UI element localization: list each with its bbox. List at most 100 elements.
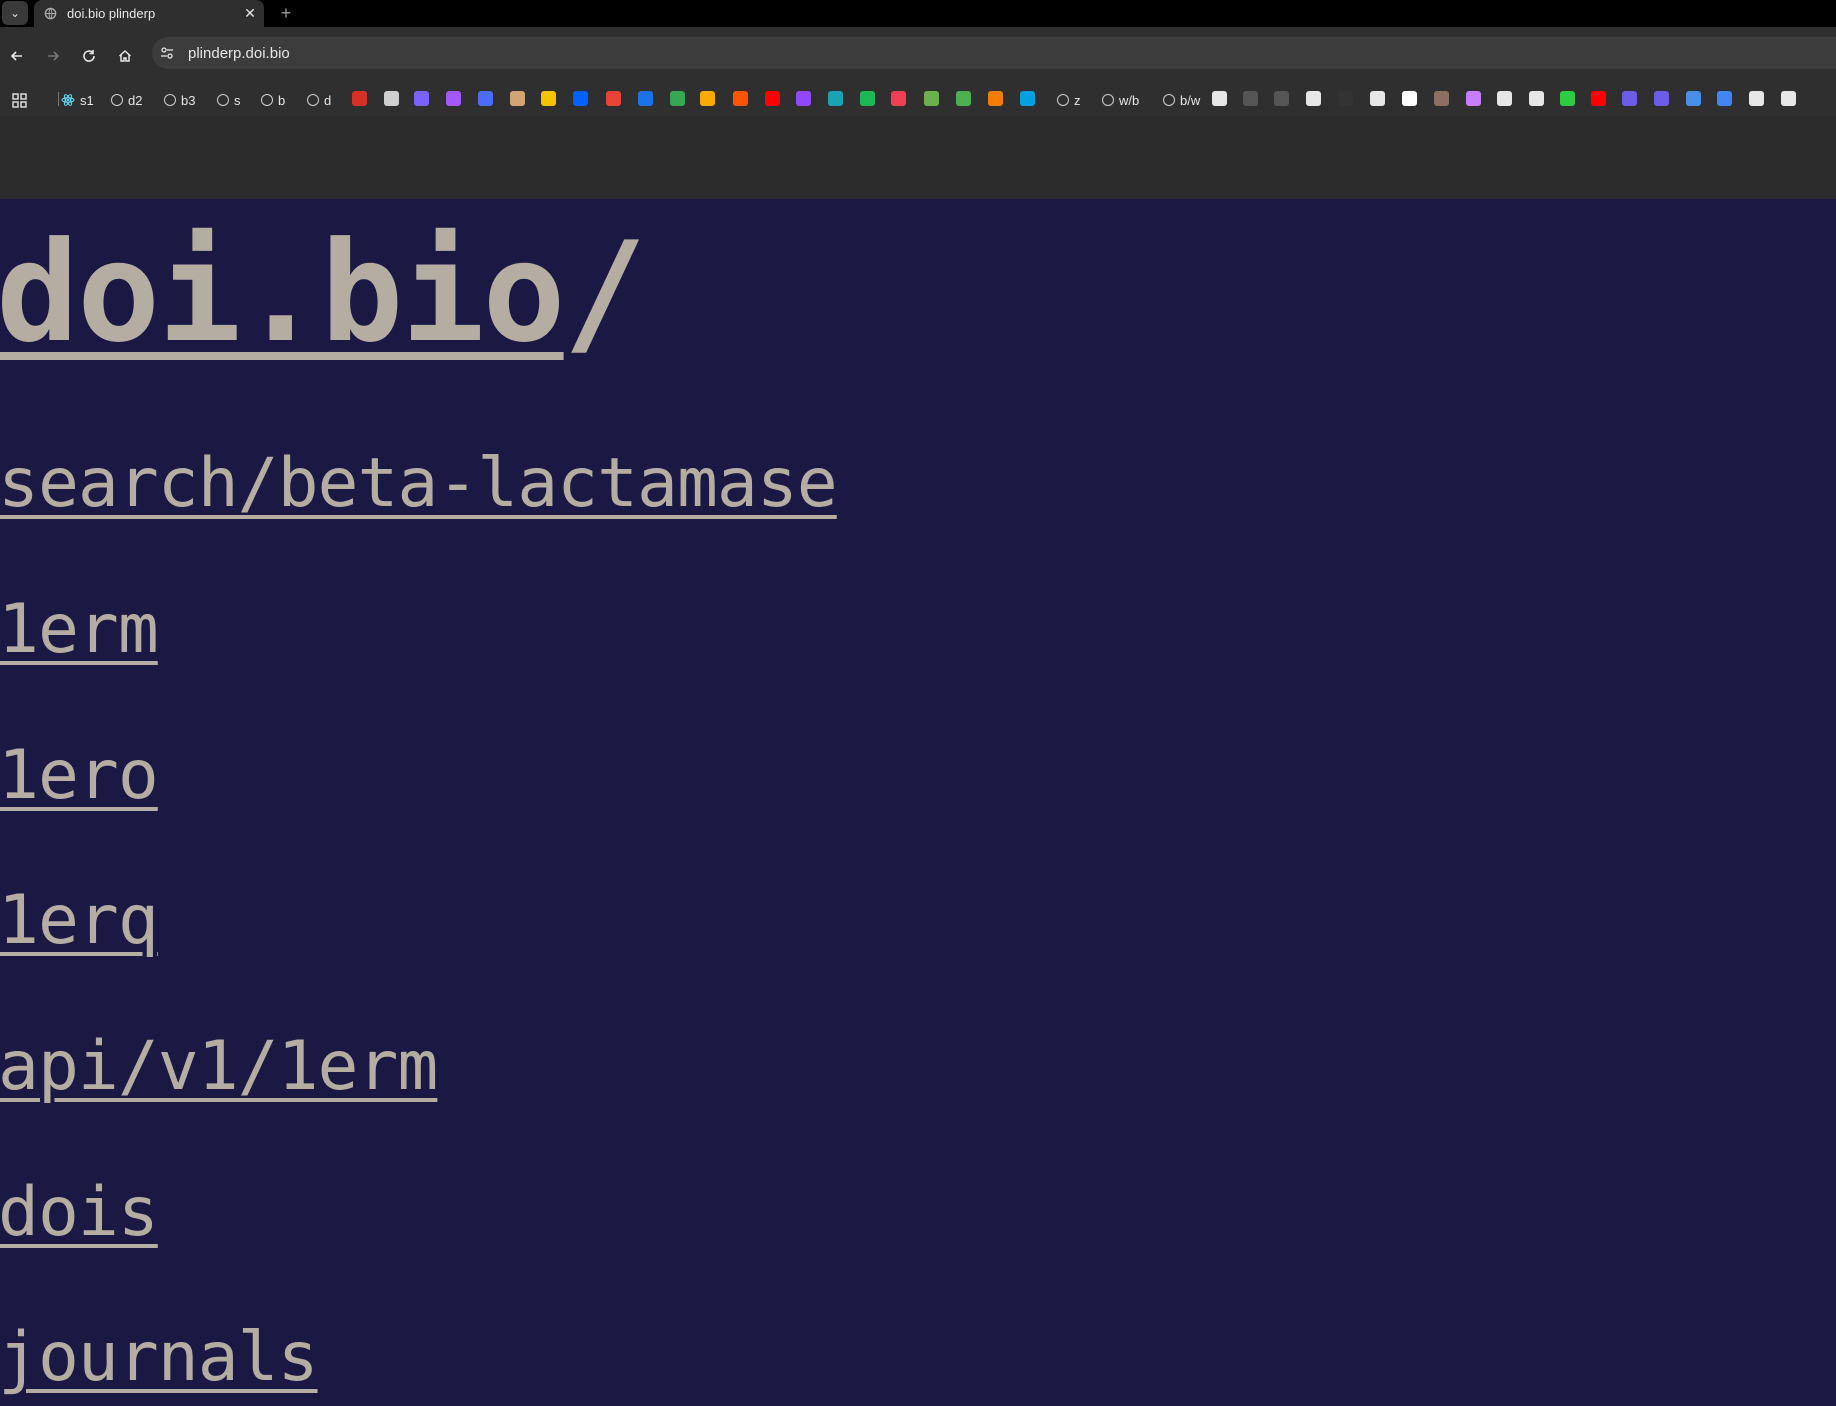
page-header-band bbox=[0, 116, 1836, 199]
address-bar[interactable]: plinderp.doi.bio bbox=[152, 37, 1836, 69]
bookmark-icon-soundcloud[interactable] bbox=[733, 91, 748, 106]
apps-button[interactable] bbox=[12, 91, 27, 109]
forward-arrow-icon bbox=[48, 51, 60, 61]
apps-grid-icon bbox=[12, 92, 27, 108]
tab-title: doi.bio plinderp bbox=[67, 6, 156, 21]
bookmark-icon-medium[interactable] bbox=[1402, 91, 1417, 106]
bookmark-icon-orange-box[interactable] bbox=[988, 91, 1003, 106]
forward-button[interactable] bbox=[42, 45, 64, 67]
bookmark-label: s1 bbox=[80, 92, 94, 108]
bookmark-icon-green-r[interactable] bbox=[1560, 91, 1575, 106]
bookmark-d2[interactable]: d2 bbox=[111, 91, 142, 109]
bookmark-s[interactable]: s bbox=[217, 91, 241, 109]
tab-active[interactable]: doi.bio plinderp ✕ bbox=[34, 0, 264, 27]
site-title-link[interactable]: doi.bio bbox=[0, 212, 566, 373]
bookmark-icon-cat[interactable] bbox=[1434, 91, 1449, 106]
link-1erm[interactable]: 1erm bbox=[0, 590, 159, 670]
bookmark-w-b[interactable]: w/b bbox=[1102, 91, 1139, 109]
home-button[interactable] bbox=[114, 45, 136, 67]
link-api-v1-1erm[interactable]: api/v1/1erm bbox=[0, 1027, 438, 1107]
bookmark-icon-twitch[interactable] bbox=[796, 91, 811, 106]
bookmark-icon-smile[interactable] bbox=[1529, 91, 1544, 106]
bookmark-label: d bbox=[324, 92, 332, 108]
reload-icon bbox=[83, 50, 95, 62]
react-icon bbox=[61, 94, 75, 106]
back-arrow-icon bbox=[10, 51, 22, 61]
bookmark-icon-calendar[interactable] bbox=[638, 91, 653, 106]
bookmark-icon-doc2[interactable] bbox=[1497, 91, 1512, 106]
close-icon[interactable]: ✕ bbox=[240, 2, 260, 24]
bookmark-icon-slack[interactable] bbox=[478, 91, 493, 106]
bookmark-b[interactable]: b bbox=[261, 91, 285, 109]
globe-icon bbox=[1102, 94, 1114, 106]
bookmark-icon-dark[interactable] bbox=[1338, 91, 1353, 106]
new-tab-button[interactable]: + bbox=[276, 1, 296, 25]
bookmarks-separator bbox=[58, 92, 59, 106]
bookmark-label: d2 bbox=[128, 92, 143, 108]
chevron-down-icon: ⌄ bbox=[9, 6, 21, 20]
bookmark-icon-openai-dark[interactable] bbox=[1243, 91, 1258, 106]
bookmark-icon-openai-dark2[interactable] bbox=[1274, 91, 1289, 106]
bookmark-label: b3 bbox=[181, 92, 196, 108]
globe-icon bbox=[44, 7, 57, 20]
bookmark-icon-gmail[interactable] bbox=[606, 91, 621, 106]
bookmark-icon-doc3[interactable] bbox=[1749, 91, 1764, 106]
bookmark-icon-spotify[interactable] bbox=[860, 91, 875, 106]
link-1erq[interactable]: 1erq bbox=[0, 881, 159, 961]
bookmark-icon-anthropic[interactable] bbox=[510, 91, 525, 106]
bookmark-label: w/b bbox=[1119, 92, 1140, 108]
bookmark-icon-blue-screen[interactable] bbox=[1686, 91, 1701, 106]
bookmark-d[interactable]: d bbox=[307, 91, 331, 109]
tab-list-button[interactable]: ⌄ bbox=[2, 1, 28, 25]
bookmark-icon-youtube2[interactable] bbox=[1591, 91, 1606, 106]
bookmark-icon-youtube[interactable] bbox=[765, 91, 780, 106]
bookmark-icon-figma[interactable] bbox=[446, 91, 461, 106]
bookmark-icon-drive[interactable] bbox=[670, 91, 685, 106]
link-search-beta-lactamase[interactable]: search/beta-lactamase bbox=[0, 444, 838, 524]
back-button[interactable] bbox=[6, 45, 28, 67]
globe-icon bbox=[164, 94, 176, 106]
link-1ero[interactable]: 1ero bbox=[0, 736, 159, 816]
page-content: doi.bio/ search/beta-lactamase 1erm 1ero… bbox=[0, 199, 1836, 1406]
bookmark-s1[interactable]: s1 bbox=[61, 91, 94, 109]
bookmark-icon-teal[interactable] bbox=[828, 91, 843, 106]
bookmark-icon-sun[interactable] bbox=[700, 91, 715, 106]
bookmark-icon-yellow[interactable] bbox=[541, 91, 556, 106]
bookmark-icon-green[interactable] bbox=[924, 91, 939, 106]
bookmark-icon-github[interactable] bbox=[1306, 91, 1321, 106]
site-title: doi.bio/ bbox=[0, 212, 647, 373]
globe-icon bbox=[217, 94, 229, 106]
link-journals[interactable]: journals bbox=[0, 1318, 319, 1398]
bookmark-icon-openai[interactable] bbox=[1212, 91, 1227, 106]
bookmark-icon-colorful[interactable] bbox=[956, 91, 971, 106]
bookmark-icon-globe[interactable] bbox=[384, 91, 399, 106]
bookmark-z[interactable]: z bbox=[1057, 91, 1081, 109]
bookmark-icon-dropbox[interactable] bbox=[573, 91, 588, 106]
bookmark-icon-pen[interactable] bbox=[1466, 91, 1481, 106]
globe-icon bbox=[1163, 94, 1175, 106]
bookmark-icon-cloud[interactable] bbox=[1717, 91, 1732, 106]
bookmark-b3[interactable]: b3 bbox=[164, 91, 195, 109]
bookmark-icon-doc[interactable] bbox=[1370, 91, 1385, 106]
bookmark-label: z bbox=[1074, 92, 1081, 108]
address-url[interactable]: plinderp.doi.bio bbox=[188, 45, 290, 62]
bookmark-icon-purple[interactable] bbox=[414, 91, 429, 106]
site-info-icon[interactable] bbox=[160, 46, 174, 60]
globe-icon bbox=[307, 94, 319, 106]
link-dois[interactable]: dois bbox=[0, 1173, 159, 1253]
site-title-suffix: / bbox=[563, 212, 647, 373]
bookmark-icon-c1[interactable] bbox=[1622, 91, 1637, 106]
home-icon bbox=[118, 49, 132, 62]
tab-strip: ⌄ doi.bio plinderp ✕ + bbox=[0, 0, 1836, 27]
bookmark-b-w[interactable]: b/w bbox=[1163, 91, 1200, 109]
globe-icon bbox=[261, 94, 273, 106]
reload-button[interactable] bbox=[78, 45, 100, 67]
bookmark-icon-c2[interactable] bbox=[1654, 91, 1669, 106]
bookmark-icon-salesforce[interactable] bbox=[1020, 91, 1035, 106]
bookmark-label: s bbox=[234, 92, 241, 108]
globe-icon bbox=[1057, 94, 1069, 106]
bookmark-label: b/w bbox=[1180, 92, 1201, 108]
bookmark-icon-doc4[interactable] bbox=[1781, 91, 1796, 106]
bookmark-icon-pocket[interactable] bbox=[891, 91, 906, 106]
bookmark-icon-red[interactable] bbox=[352, 91, 367, 106]
